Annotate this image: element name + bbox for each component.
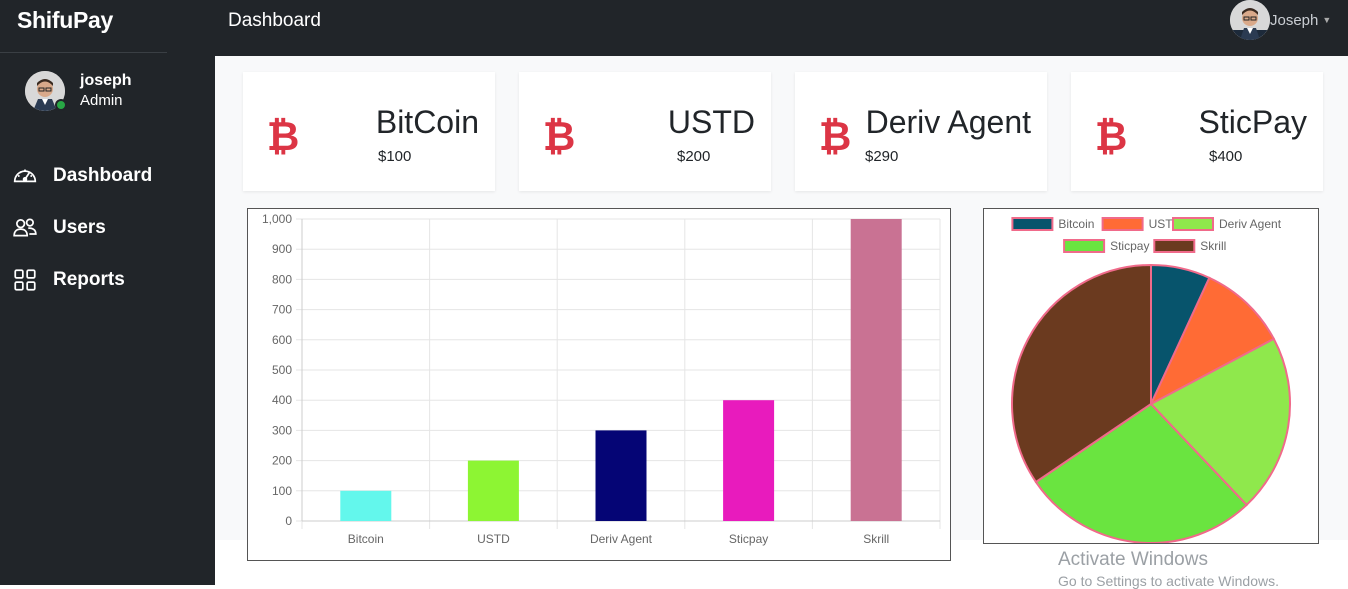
card-value: $100 [378, 148, 412, 165]
avatar [25, 71, 67, 111]
x-tick-label: Bitcoin [348, 532, 384, 546]
legend-swatch [1011, 217, 1054, 231]
y-tick-label: 600 [272, 333, 292, 347]
sidebar-item-label: Reports [53, 269, 125, 290]
profile-name: joseph [80, 72, 132, 89]
bar[interactable] [467, 460, 519, 521]
y-tick-label: 100 [272, 484, 292, 498]
y-tick-label: 800 [272, 272, 292, 286]
x-tick-label: Skrill [863, 532, 889, 546]
brand-logo[interactable]: ShifuPay [17, 7, 113, 34]
stat-card-bitcoin[interactable]: ₿ BitCoin $100 [243, 72, 495, 191]
caret-down-icon: ▼ [1322, 15, 1332, 25]
bar[interactable] [850, 219, 902, 521]
legend-swatch [1101, 217, 1144, 231]
profile-role: Admin [80, 92, 123, 109]
top-navbar: ShifuPay Dashboard Joseph ▼ [0, 0, 1348, 56]
y-tick-label: 1,000 [262, 212, 292, 226]
sidebar-nav: Dashboard Users Reports [12, 150, 152, 306]
bar[interactable] [595, 430, 647, 521]
bar-chart: 0 100 200 300 400 500 600 700 800 900 1,000 Bitcoin… [262, 212, 941, 546]
card-title: USTD [667, 104, 755, 140]
legend-label: Sticpay [1110, 239, 1149, 253]
legend-label: Skrill [1200, 239, 1226, 253]
bar-chart-panel: 0 100 200 300 400 500 600 700 800 900 1,000 Bitcoin… [247, 208, 951, 561]
svg-text:₿: ₿ [819, 116, 851, 156]
avatar[interactable] [1230, 0, 1270, 40]
x-tick-label: Sticpay [729, 532, 768, 546]
y-tick-label: 200 [272, 454, 292, 468]
legend-label: Bitcoin [1058, 217, 1094, 231]
legend-item[interactable]: Skrill [1153, 239, 1226, 253]
x-tick-label: Deriv Agent [590, 532, 653, 546]
bitcoin-icon: ₿ [267, 116, 299, 156]
grid-icon [14, 269, 36, 291]
card-value: $290 [865, 148, 899, 165]
sidebar: joseph Admin Dashboard Users Reports [0, 52, 215, 585]
y-tick-label: 400 [272, 393, 292, 407]
bitcoin-icon: ₿ [543, 116, 575, 156]
card-title: BitCoin [375, 104, 479, 140]
y-tick-label: 900 [272, 242, 292, 256]
bar[interactable] [723, 400, 775, 521]
bitcoin-icon: ₿ [819, 116, 851, 156]
sidebar-item-users[interactable]: Users [12, 202, 152, 254]
page-title: Dashboard [228, 10, 321, 31]
user-menu-name[interactable]: Joseph [1270, 12, 1318, 29]
svg-text:₿: ₿ [543, 116, 575, 156]
legend-swatch [1063, 239, 1106, 253]
sidebar-item-label: Dashboard [53, 165, 153, 186]
users-icon [13, 218, 37, 237]
legend-item[interactable]: USTD [1101, 217, 1182, 231]
stat-card-ustd[interactable]: ₿ USTD $200 [519, 72, 771, 191]
stat-card-deriv-agent[interactable]: ₿ Deriv Agent $290 [795, 72, 1047, 191]
sidebar-item-dashboard[interactable]: Dashboard [12, 150, 152, 202]
svg-text:₿: ₿ [1095, 116, 1127, 156]
card-value: $400 [1209, 148, 1243, 165]
bar[interactable] [340, 490, 392, 521]
pie-chart-panel: Bitcoin USTD Deriv Agent Sticpay Skrill [983, 208, 1319, 544]
sidebar-item-reports[interactable]: Reports [12, 254, 152, 306]
legend-item[interactable]: Deriv Agent [1172, 217, 1282, 231]
y-tick-label: 700 [272, 303, 292, 317]
card-title: Deriv Agent [865, 104, 1031, 140]
legend-item[interactable]: Sticpay [1063, 239, 1149, 253]
sidebar-divider [0, 52, 167, 53]
online-status-icon [55, 99, 67, 111]
y-tick-label: 0 [285, 514, 292, 528]
sidebar-profile: joseph Admin [25, 71, 132, 111]
avatar-photo-icon [1230, 0, 1270, 40]
activate-windows-title: Activate Windows [1058, 549, 1208, 570]
legend-item[interactable]: Bitcoin [1011, 217, 1094, 231]
user-menu[interactable]: Joseph ▼ [1230, 0, 1331, 40]
card-value: $200 [677, 148, 711, 165]
legend-swatch [1153, 239, 1196, 253]
pie-chart: Bitcoin USTD Deriv Agent Sticpay Skrill [1011, 217, 1291, 544]
activate-windows-subtitle: Go to Settings to activate Windows. [1058, 573, 1279, 589]
speedometer-icon [13, 169, 37, 183]
y-tick-label: 500 [272, 363, 292, 377]
card-title: SticPay [1198, 104, 1307, 140]
y-tick-label: 300 [272, 423, 292, 437]
legend-swatch [1172, 217, 1214, 231]
bitcoin-icon: ₿ [1095, 116, 1127, 156]
legend-label: Deriv Agent [1219, 217, 1282, 231]
x-tick-label: USTD [477, 532, 510, 546]
svg-text:₿: ₿ [267, 116, 299, 156]
stat-card-sticpay[interactable]: ₿ SticPay $400 [1071, 72, 1323, 191]
sidebar-item-label: Users [53, 217, 106, 238]
